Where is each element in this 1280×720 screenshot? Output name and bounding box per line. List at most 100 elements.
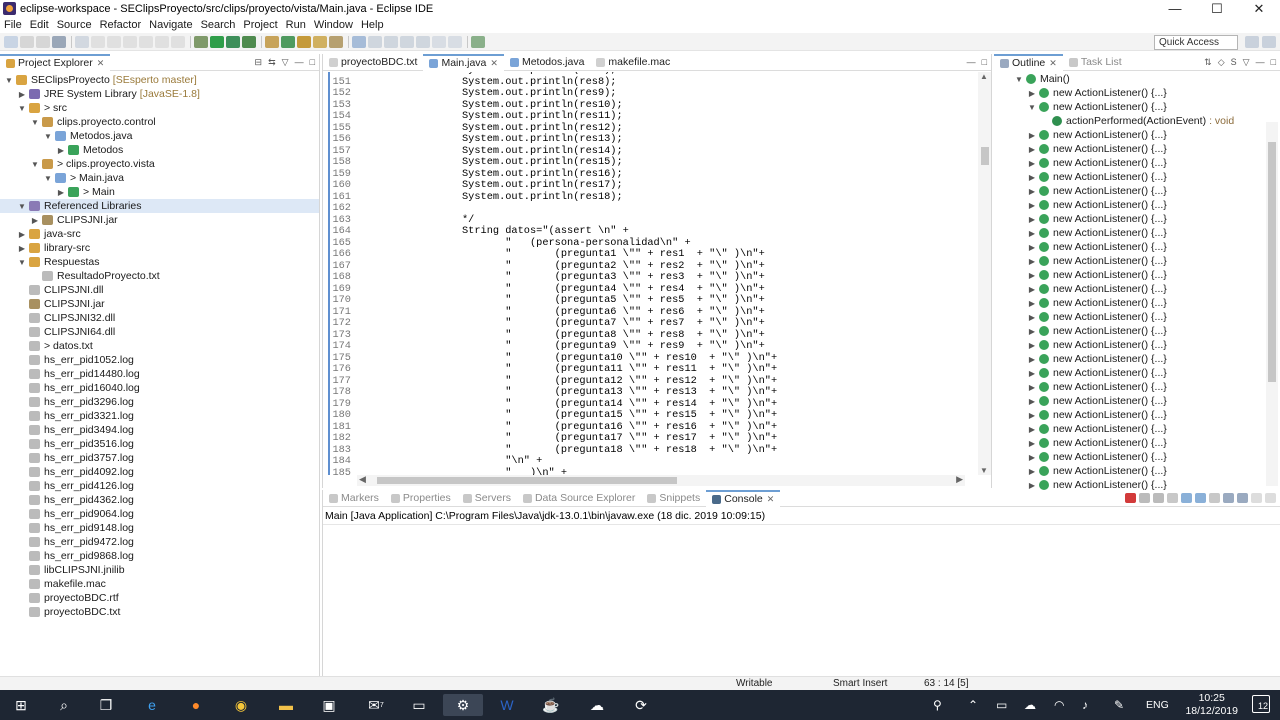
tab-markers[interactable]: Markers [323, 490, 385, 507]
explorer-tree-item[interactable]: hs_err_pid3516.log [0, 437, 319, 451]
tab-properties[interactable]: Properties [385, 490, 457, 507]
explorer-tree-item[interactable]: ▶ library-src [0, 241, 319, 255]
tab-console[interactable]: Console ✕ [706, 489, 781, 507]
explorer-tree-item[interactable]: ▼ Referenced Libraries [0, 199, 319, 213]
outline-item[interactable]: ▶ new ActionListener() {...} [994, 450, 1264, 464]
tray-chevron-icon[interactable]: ⌃ [968, 698, 978, 712]
explorer-tree-item[interactable]: hs_err_pid3757.log [0, 451, 319, 465]
explorer-tree-item[interactable]: ▼ SEClipsProyecto [SEsperto master] [0, 73, 319, 87]
remove-launch-icon[interactable] [1139, 493, 1150, 503]
outline-item[interactable]: actionPerformed(ActionEvent): void [994, 114, 1264, 128]
tab-metodos-java[interactable]: Metodos.java [504, 54, 590, 71]
explorer-tree-item[interactable]: > datos.txt [0, 339, 319, 353]
menu-file[interactable]: File [4, 19, 22, 31]
back-icon[interactable] [432, 35, 446, 48]
editor-vertical-scrollbar[interactable]: ▲ ▼ [978, 72, 991, 475]
expand-toggle-icon[interactable]: ▼ [1027, 103, 1037, 112]
scroll-thumb[interactable] [377, 477, 677, 484]
explorer-tree-item[interactable]: proyectoBDC.rtf [0, 591, 319, 605]
tab-servers[interactable]: Servers [457, 490, 517, 507]
step-into-icon[interactable] [139, 35, 153, 48]
taskbar-clock[interactable]: 10:25 18/12/2019 [1185, 692, 1238, 718]
hide-fields-icon[interactable]: ◇ [1218, 57, 1225, 68]
outline-item[interactable]: ▶ new ActionListener() {...} [994, 156, 1264, 170]
expand-toggle-icon[interactable]: ▶ [1027, 411, 1037, 420]
code-line[interactable]: 158 System.out.println(res15); [323, 156, 622, 169]
code-line[interactable]: 174 " (pregunta9 \"" + res9 + "\" )\n"+ [323, 340, 764, 353]
expand-toggle-icon[interactable]: ▶ [1027, 397, 1037, 406]
outline-item[interactable]: ▶ new ActionListener() {...} [994, 380, 1264, 394]
run-icon[interactable] [210, 35, 224, 48]
outline-item[interactable]: ▶ new ActionListener() {...} [994, 296, 1264, 310]
explorer-tree-item[interactable]: makefile.mac [0, 577, 319, 591]
pen-icon[interactable]: ✎ [1114, 698, 1124, 712]
explorer-tree-item[interactable]: ▶ CLIPSJNI.jar [0, 213, 319, 227]
menu-refactor[interactable]: Refactor [100, 19, 142, 31]
expand-toggle-icon[interactable]: ▶ [17, 90, 27, 99]
minimize-button[interactable]: — [1154, 0, 1196, 17]
code-line[interactable]: 176 " (pregunta11 \"" + res11 + "\" )\n"… [323, 363, 777, 376]
explorer-tree-item[interactable]: hs_err_pid9148.log [0, 521, 319, 535]
menu-navigate[interactable]: Navigate [149, 19, 192, 31]
outline-item[interactable]: ▶ new ActionListener() {...} [994, 170, 1264, 184]
menu-help[interactable]: Help [361, 19, 384, 31]
close-icon[interactable]: ✕ [1049, 58, 1057, 69]
outline-item[interactable]: ▶ new ActionListener() {...} [994, 212, 1264, 226]
open-task-icon[interactable] [313, 35, 327, 48]
expand-toggle-icon[interactable]: ▶ [1027, 201, 1037, 210]
explorer-tree-item[interactable]: hs_err_pid9868.log [0, 549, 319, 563]
pin-editor-icon[interactable] [471, 35, 485, 48]
outline-item[interactable]: ▼ new ActionListener() {...} [994, 100, 1264, 114]
language-indicator[interactable]: ENG [1146, 699, 1169, 711]
step-return-icon[interactable] [171, 35, 185, 48]
tab-outline[interactable]: Outline ✕ [994, 53, 1063, 71]
java-perspective-icon[interactable] [1262, 36, 1276, 48]
outline-item[interactable]: ▶ new ActionListener() {...} [994, 394, 1264, 408]
save-icon[interactable] [20, 35, 34, 48]
terminal-icon[interactable] [52, 35, 66, 48]
people-icon[interactable]: ⚲ [933, 698, 942, 712]
outline-item[interactable]: ▶ new ActionListener() {...} [994, 352, 1264, 366]
new-package-icon[interactable] [265, 35, 279, 48]
view-menu-icon[interactable]: ▽ [282, 57, 289, 68]
block-selection-icon[interactable] [368, 35, 382, 48]
store-icon[interactable]: ▣ [318, 694, 340, 716]
edge-icon[interactable]: e [141, 694, 163, 716]
explorer-tree-item[interactable]: hs_err_pid4362.log [0, 493, 319, 507]
outline-item[interactable]: ▶ new ActionListener() {...} [994, 128, 1264, 142]
word-wrap-icon[interactable] [1195, 493, 1206, 503]
expand-toggle-icon[interactable]: ▶ [1027, 341, 1037, 350]
close-icon[interactable]: ✕ [767, 494, 775, 505]
hide-static-icon[interactable]: S [1231, 57, 1237, 68]
collapse-all-icon[interactable]: ⊟ [255, 57, 263, 68]
task-view-icon[interactable]: ❐ [95, 694, 117, 716]
expand-toggle-icon[interactable]: ▶ [1027, 383, 1037, 392]
network-app-icon[interactable]: ☁ [586, 694, 608, 716]
expand-toggle-icon[interactable]: ▶ [30, 216, 40, 225]
menu-search[interactable]: Search [201, 19, 236, 31]
code-area[interactable]: 150System.out.println(res7);151System.ou… [323, 72, 978, 475]
search-icon[interactable]: ⌕ [53, 694, 75, 716]
explorer-tree-item[interactable]: ▼ Metodos.java [0, 129, 319, 143]
explorer-tree-item[interactable]: ▶ Metodos [0, 143, 319, 157]
outline-item[interactable]: ▶ new ActionListener() {...} [994, 184, 1264, 198]
expand-toggle-icon[interactable]: ▶ [1027, 243, 1037, 252]
expand-toggle-icon[interactable]: ▶ [1027, 453, 1037, 462]
code-line[interactable]: 162 [323, 202, 462, 215]
windows-start-icon[interactable]: ⊞ [10, 694, 32, 716]
expand-toggle-icon[interactable]: ▼ [17, 104, 27, 113]
terminate-icon[interactable] [1125, 493, 1136, 503]
minimize-view-icon[interactable]: — [1256, 57, 1265, 68]
code-line[interactable]: 161 System.out.println(res18); [323, 191, 622, 204]
step-over-icon[interactable] [155, 35, 169, 48]
show-whitespace-icon[interactable] [384, 35, 398, 48]
scroll-left-icon[interactable]: ◀ [359, 474, 366, 485]
close-button[interactable]: ✕ [1238, 0, 1280, 17]
open-console-icon[interactable] [1237, 493, 1248, 503]
expand-toggle-icon[interactable]: ▶ [1027, 131, 1037, 140]
outline-item[interactable]: ▶ new ActionListener() {...} [994, 366, 1264, 380]
sort-icon[interactable]: ⇅ [1204, 57, 1212, 68]
suspend-icon[interactable] [107, 35, 121, 48]
explorer-tree-item[interactable]: hs_err_pid3321.log [0, 409, 319, 423]
explorer-tree-item[interactable]: hs_err_pid1052.log [0, 353, 319, 367]
